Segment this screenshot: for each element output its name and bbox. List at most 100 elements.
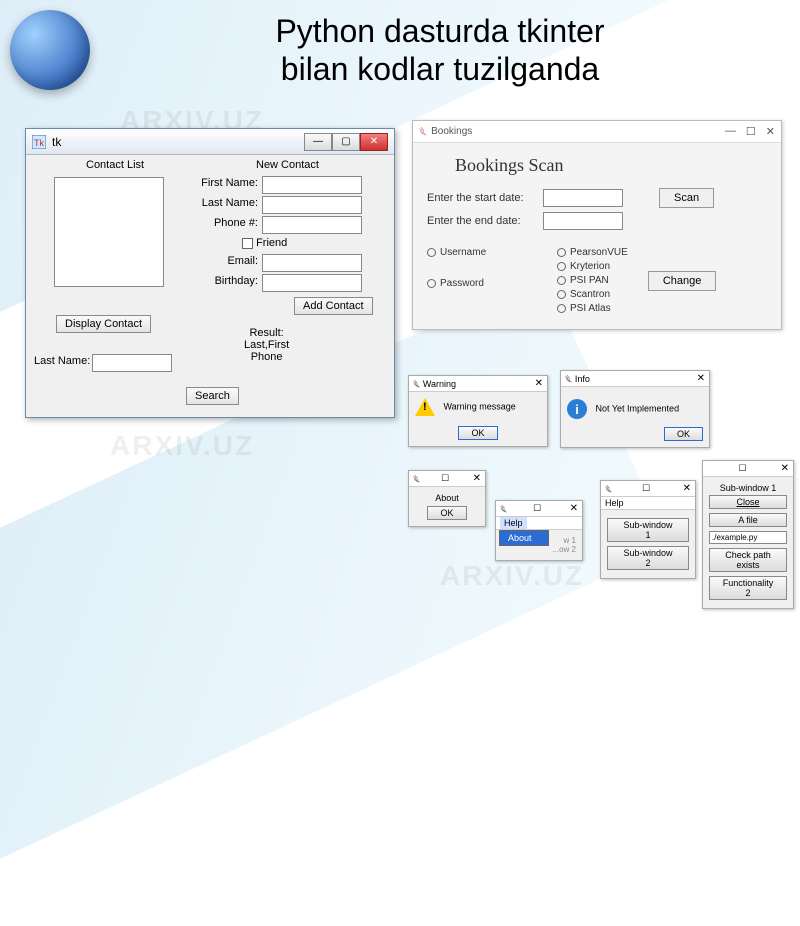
sub-window-1-button[interactable]: Sub-window 1 <box>607 518 689 542</box>
menu-item-about[interactable]: About <box>500 531 548 545</box>
bookings-heading: Bookings Scan <box>455 155 767 176</box>
search-button[interactable]: Search <box>186 387 239 405</box>
friend-label: Friend <box>256 237 287 249</box>
phone-input[interactable] <box>262 216 362 234</box>
svg-text:Tk: Tk <box>34 138 44 148</box>
email-label: Email: <box>198 255 258 267</box>
title-line2: bilan kodlar tuzilganda <box>100 50 780 88</box>
username-label: Username <box>440 247 486 258</box>
end-date-label: Enter the end date: <box>427 215 537 227</box>
title-line1: Python dasturda tkinter <box>100 12 780 50</box>
path-input[interactable]: ./example.py <box>709 531 787 544</box>
provider-label-0: PearsonVUE <box>570 247 628 258</box>
ok-button[interactable]: OK <box>427 506 466 520</box>
add-contact-button[interactable]: Add Contact <box>294 297 373 315</box>
birthday-label: Birthday: <box>198 275 258 287</box>
feather-icon: 𓆰 <box>605 481 612 496</box>
ok-button[interactable]: OK <box>458 426 497 440</box>
watermark: ARXIV.UZ <box>440 560 584 592</box>
provider-label-3: Scantron <box>570 289 610 300</box>
close-icon[interactable]: ✕ <box>473 473 481 484</box>
provider-radio-3[interactable] <box>557 290 566 299</box>
close-icon[interactable]: ✕ <box>781 463 789 474</box>
check-path-button[interactable]: Check path exists <box>709 548 787 572</box>
subwindow-hint2: ...ow 2 <box>502 545 576 554</box>
example-window: ☐ ✕ Sub-window 1 Close A file ./example.… <box>702 460 794 609</box>
sub-window-2-button[interactable]: Sub-window 2 <box>607 546 689 570</box>
email-input[interactable] <box>262 254 362 272</box>
minimize-button[interactable]: — <box>304 133 332 151</box>
new-contact-heading: New Contact <box>256 159 319 171</box>
feather-icon: 𓆰 <box>413 376 420 391</box>
maximize-button[interactable]: ▢ <box>332 133 360 151</box>
warning-message: Warning message <box>444 401 516 411</box>
birthday-input[interactable] <box>262 274 362 292</box>
search-last-name-label: Last Name: <box>34 355 90 367</box>
last-name-label: Last Name: <box>198 197 258 209</box>
provider-label-4: PSI Atlas <box>570 303 611 314</box>
about-label: About <box>415 493 479 503</box>
provider-radio-4[interactable] <box>557 304 566 313</box>
end-date-input[interactable] <box>543 212 623 230</box>
tk-window-title: tk <box>52 135 61 149</box>
tk-contact-window: Tk tk — ▢ ✕ Contact List New Contact Fir… <box>25 128 395 418</box>
provider-label-1: Kryterion <box>570 261 610 272</box>
friend-checkbox[interactable] <box>242 238 253 249</box>
feather-icon: 𓆰 <box>500 501 507 516</box>
close-button[interactable]: ✕ <box>766 125 775 138</box>
tk-titlebar: Tk tk — ▢ ✕ <box>26 129 394 155</box>
watermark: ARXIV.UZ <box>110 430 254 462</box>
feather-icon: 𓆰 <box>565 371 572 386</box>
search-last-name-input[interactable] <box>92 354 172 372</box>
close-icon[interactable]: ✕ <box>697 373 705 384</box>
warning-title: Warning <box>423 379 456 389</box>
a-file-button[interactable]: A file <box>709 513 787 527</box>
first-name-label: First Name: <box>198 177 258 189</box>
contact-list-heading: Contact List <box>86 159 144 171</box>
change-button[interactable]: Change <box>648 271 717 291</box>
help-menu[interactable]: Help <box>500 517 527 529</box>
warning-icon <box>415 398 435 416</box>
about-window: 𓆰☐ ✕ About OK <box>408 470 486 527</box>
bookings-window-title: Bookings <box>431 126 472 137</box>
provider-radio-1[interactable] <box>557 262 566 271</box>
help-menu[interactable]: Help <box>605 498 624 508</box>
last-name-input[interactable] <box>262 196 362 214</box>
info-message: Not Yet Implemented <box>596 403 680 413</box>
display-contact-button[interactable]: Display Contact <box>56 315 151 333</box>
start-date-input[interactable] <box>543 189 623 207</box>
provider-radio-0[interactable] <box>557 248 566 257</box>
password-radio[interactable] <box>427 279 436 288</box>
slide-title: Python dasturda tkinter bilan kodlar tuz… <box>100 12 780 89</box>
feather-icon: 𓆰 <box>413 471 420 486</box>
password-label: Password <box>440 278 484 289</box>
provider-label-2: PSI PAN <box>570 275 609 286</box>
scan-button[interactable]: Scan <box>659 188 714 208</box>
globe-decoration <box>10 10 90 90</box>
info-title: Info <box>575 374 590 384</box>
result-label: Result: <box>244 327 289 339</box>
start-date-label: Enter the start date: <box>427 192 537 204</box>
help-subwindow: 𓆰☐ ✕ Help Sub-window 1 Sub-window 2 <box>600 480 696 579</box>
functionality-2-button[interactable]: Functionality 2 <box>709 576 787 600</box>
close-icon[interactable]: ✕ <box>535 378 543 389</box>
contact-listbox[interactable] <box>54 177 164 287</box>
feather-icon: 𓆰 <box>419 124 427 140</box>
tk-app-icon: Tk <box>32 135 46 149</box>
close-button[interactable]: ✕ <box>360 133 388 151</box>
close-icon[interactable]: ✕ <box>570 503 578 514</box>
first-name-input[interactable] <box>262 176 362 194</box>
bookings-window: 𓆰 Bookings — ☐ ✕ Bookings Scan Enter the… <box>412 120 782 330</box>
info-icon: i <box>567 399 587 419</box>
maximize-button[interactable]: ☐ <box>746 125 756 138</box>
result-line1: Last,First <box>244 339 289 351</box>
ok-button[interactable]: OK <box>664 427 703 441</box>
help-dropdown: About <box>499 530 549 546</box>
provider-radio-2[interactable] <box>557 276 566 285</box>
minimize-button[interactable]: — <box>725 125 736 138</box>
username-radio[interactable] <box>427 248 436 257</box>
sub-window-1-label: Sub-window 1 <box>709 483 787 493</box>
close-icon[interactable]: ✕ <box>683 483 691 494</box>
result-line2: Phone <box>244 351 289 363</box>
close-button[interactable]: Close <box>709 495 787 509</box>
